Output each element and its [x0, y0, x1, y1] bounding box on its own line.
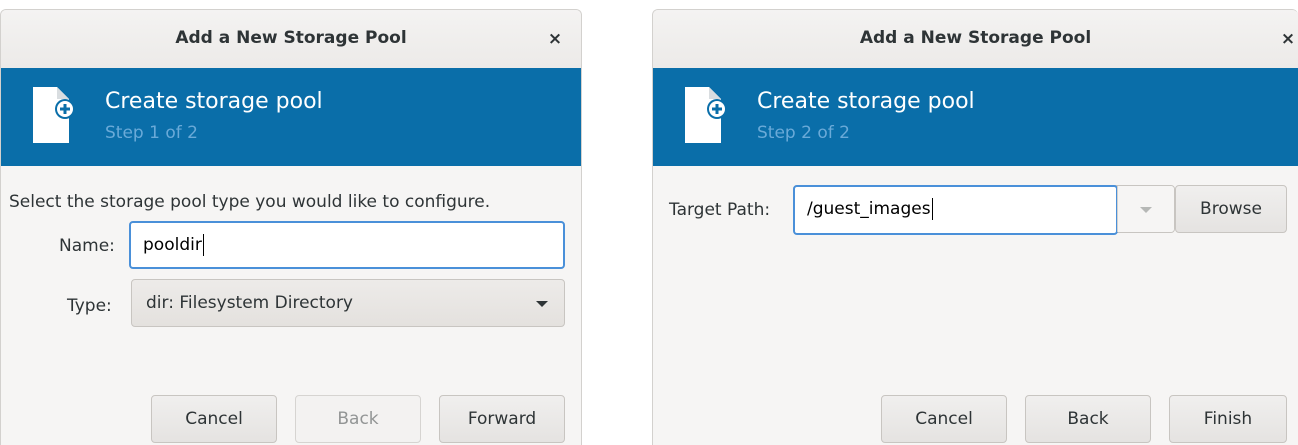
close-icon[interactable]: ×: [543, 27, 567, 51]
name-label: Name:: [59, 236, 115, 256]
wizard-step: Step 1 of 2: [105, 123, 198, 143]
chevron-down-icon: [1140, 207, 1152, 213]
target-path-combo: /guest_images: [793, 185, 1175, 235]
dialog-title: Add a New Storage Pool: [175, 28, 407, 48]
document-add-icon: [33, 87, 73, 143]
cancel-button[interactable]: Cancel: [151, 395, 277, 443]
browse-button[interactable]: Browse: [1175, 185, 1287, 233]
target-path-input[interactable]: /guest_images: [793, 185, 1118, 235]
wizard-heading: Create storage pool: [105, 89, 323, 114]
titlebar: Add a New Storage Pool ×: [1, 10, 581, 69]
target-path-dropdown[interactable]: [1117, 186, 1174, 232]
finish-button[interactable]: Finish: [1169, 395, 1287, 443]
type-select-value: dir: Filesystem Directory: [146, 293, 353, 313]
titlebar: Add a New Storage Pool ×: [653, 10, 1298, 69]
wizard-banner: Create storage pool Step 1 of 2: [1, 68, 581, 166]
back-button[interactable]: Back: [295, 395, 421, 443]
instruction-text: Select the storage pool type you would l…: [9, 192, 491, 212]
forward-button[interactable]: Forward: [439, 395, 565, 443]
dialog-title: Add a New Storage Pool: [859, 28, 1092, 48]
target-path-value: /guest_images: [807, 199, 931, 219]
text-cursor: [931, 198, 933, 220]
wizard-step: Step 2 of 2: [757, 123, 850, 143]
cancel-button[interactable]: Cancel: [881, 395, 1007, 443]
type-label: Type:: [67, 296, 112, 316]
name-value: pooldir: [143, 235, 202, 255]
text-cursor: [202, 234, 204, 256]
target-path-label: Target Path:: [669, 200, 771, 220]
chevron-down-icon: [536, 301, 548, 307]
back-button[interactable]: Back: [1025, 395, 1151, 443]
name-input[interactable]: pooldir: [129, 221, 565, 269]
wizard-banner: Create storage pool Step 2 of 2: [653, 68, 1298, 166]
document-add-icon: [685, 87, 725, 143]
add-storage-pool-dialog-step2: Add a New Storage Pool × Create storage …: [652, 9, 1298, 445]
add-storage-pool-dialog-step1: Add a New Storage Pool × Create storage …: [0, 9, 582, 445]
close-icon[interactable]: ×: [1276, 27, 1298, 51]
wizard-heading: Create storage pool: [757, 89, 975, 114]
type-select[interactable]: dir: Filesystem Directory: [131, 279, 565, 327]
